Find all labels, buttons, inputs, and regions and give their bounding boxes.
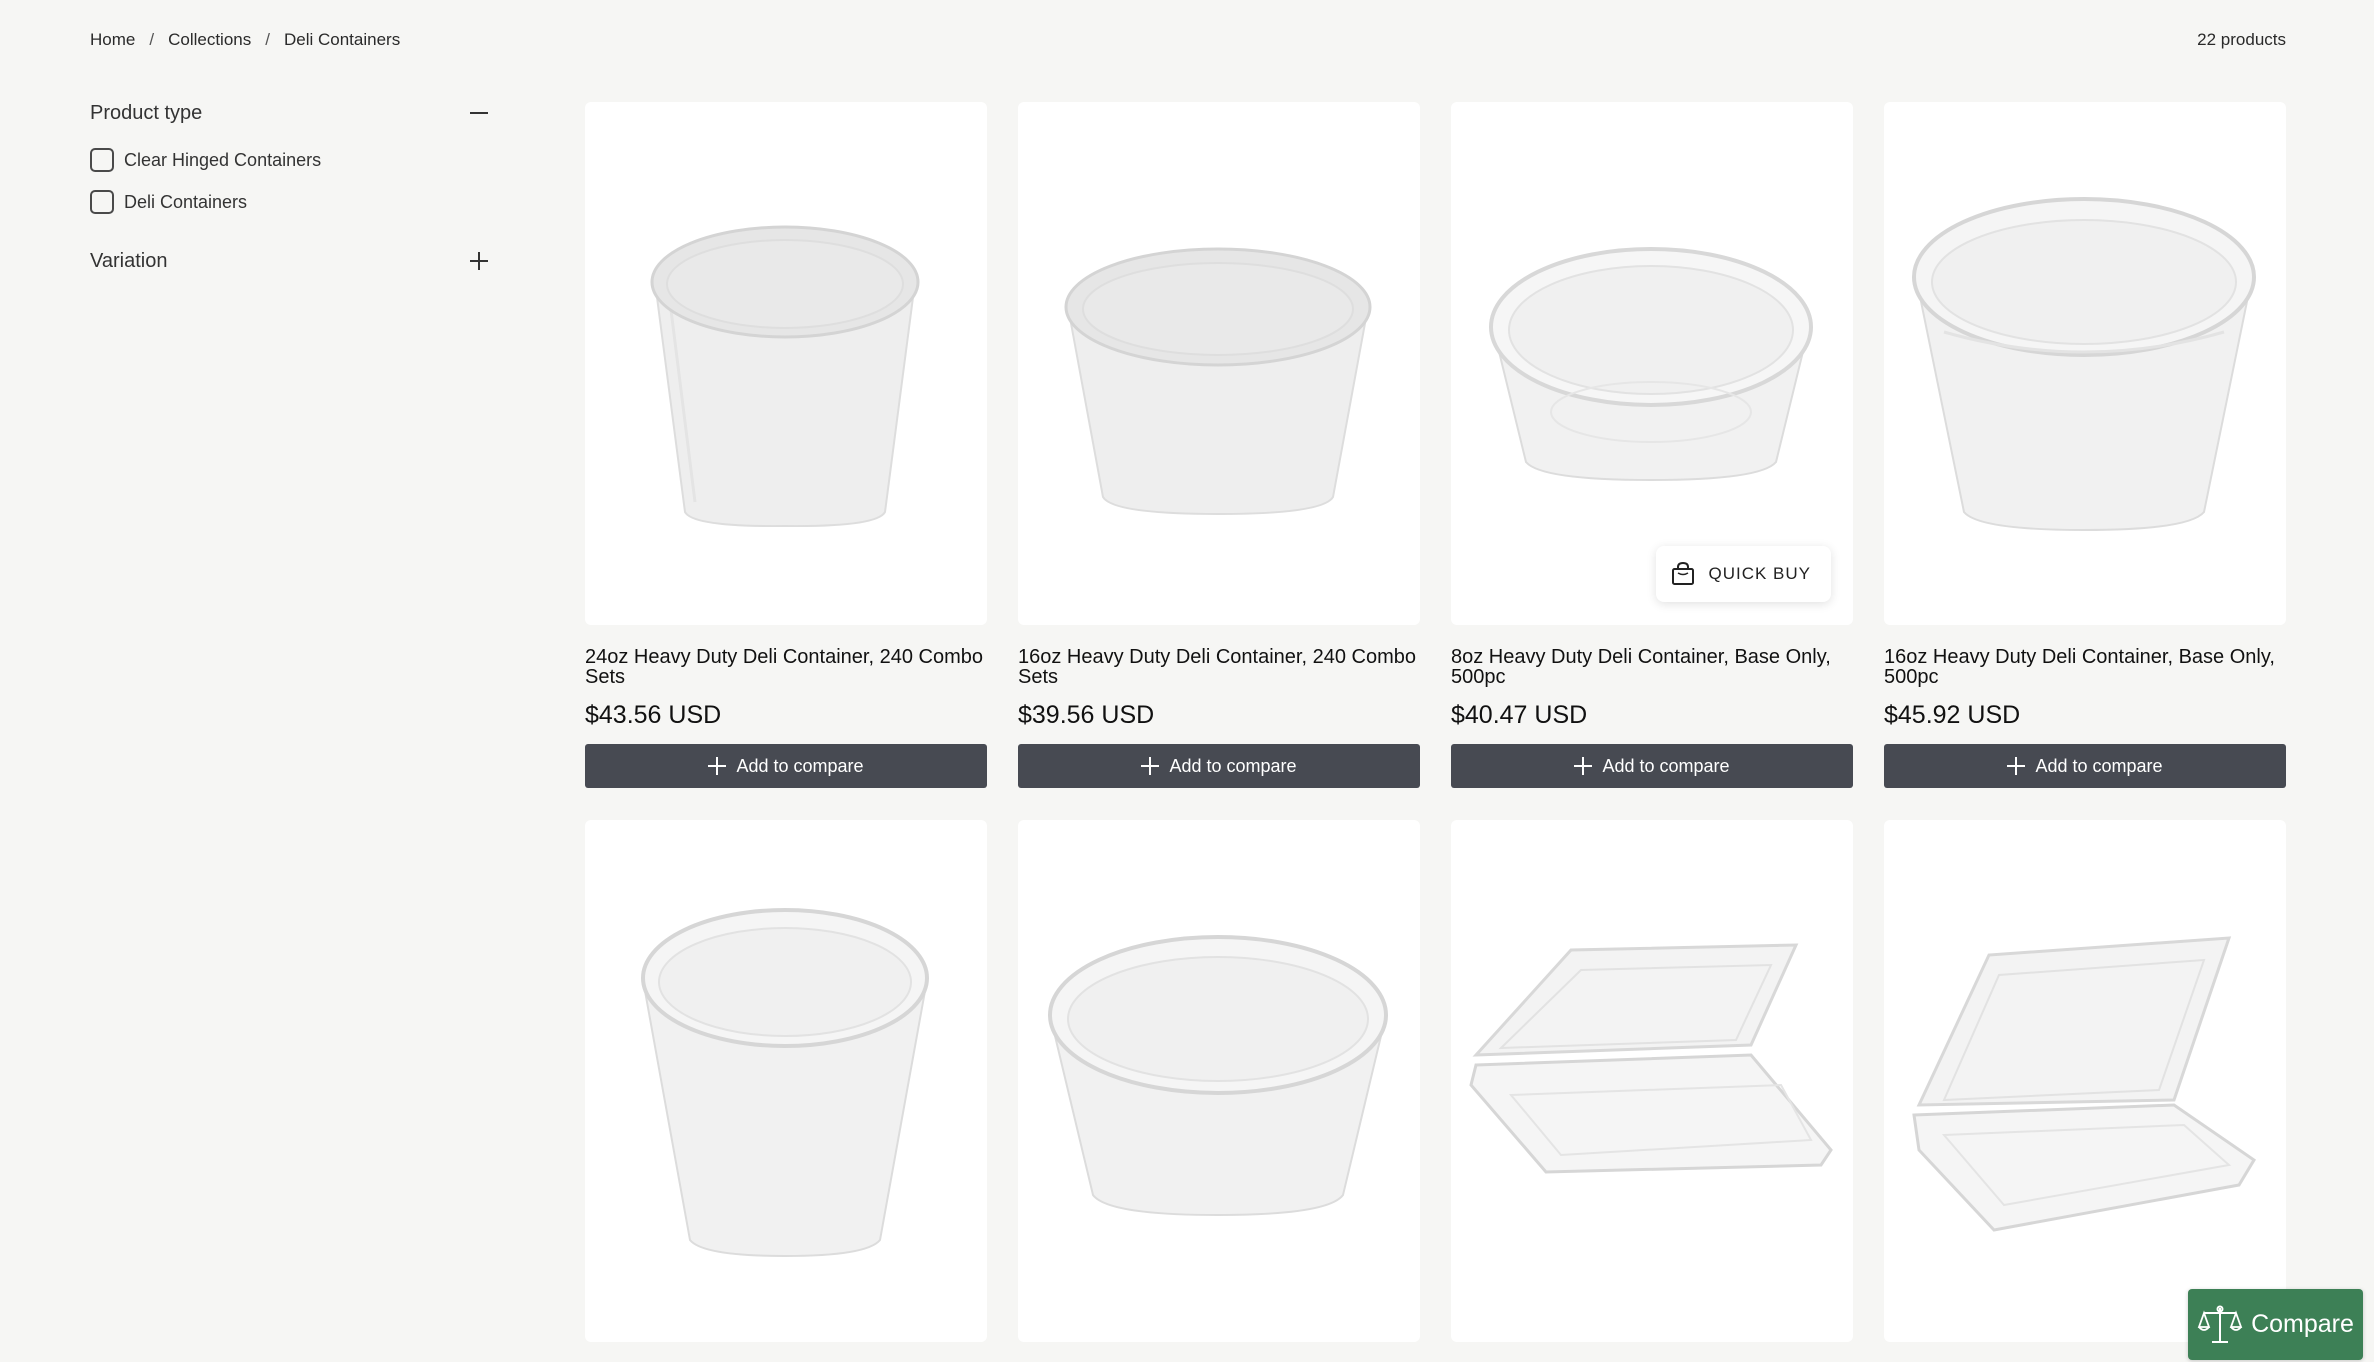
- compare-floating-label: Compare: [2251, 1310, 2354, 1338]
- filter-option-label: Deli Containers: [124, 191, 248, 212]
- add-to-compare-button[interactable]: Add to compare: [1018, 744, 1420, 788]
- product-price: $45.92 USD: [1884, 701, 2021, 729]
- deli-container-image: [1912, 197, 2256, 532]
- product-grid: 24oz Heavy Duty Deli Container, 240 Comb…: [585, 102, 2286, 1342]
- shopping-bag-icon: [1672, 561, 1695, 585]
- product-card: [1451, 820, 1853, 1342]
- product-card: 16oz Heavy Duty Deli Container, Base Onl…: [1884, 102, 2286, 788]
- breadcrumb: Home / Collections / Deli Containers: [90, 30, 400, 50]
- add-to-compare-label: Add to compare: [1602, 755, 1730, 776]
- product-image[interactable]: [1018, 820, 1420, 1342]
- product-image[interactable]: [1884, 820, 2286, 1342]
- product-image[interactable]: [585, 102, 987, 625]
- product-card: 24oz Heavy Duty Deli Container, 240 Comb…: [585, 102, 987, 788]
- filter-option-label: Clear Hinged Containers: [124, 149, 322, 170]
- product-title[interactable]: 16oz Heavy Duty Deli Container, 240 Comb…: [1018, 647, 1420, 687]
- add-to-compare-button[interactable]: Add to compare: [1884, 744, 2286, 788]
- add-to-compare-label: Add to compare: [2035, 755, 2163, 776]
- product-price: $40.47 USD: [1451, 701, 1588, 729]
- product-title[interactable]: 24oz Heavy Duty Deli Container, 240 Comb…: [585, 647, 987, 687]
- product-image[interactable]: QUICK BUY: [1451, 102, 1853, 625]
- deli-container-image: [1064, 247, 1372, 516]
- deli-container-image: [650, 225, 920, 528]
- plus-icon: [1574, 757, 1593, 775]
- deli-container-image: [641, 908, 929, 1258]
- deli-container-image: [1048, 935, 1388, 1217]
- product-title[interactable]: 16oz Heavy Duty Deli Container, Base Onl…: [1884, 647, 2286, 687]
- breadcrumb-current: Deli Containers: [283, 30, 401, 49]
- product-image[interactable]: [1884, 102, 2286, 625]
- add-to-compare-button[interactable]: Add to compare: [585, 744, 987, 788]
- hinged-container-image: [1912, 936, 2257, 1232]
- filter-sidebar: Product type Clear Hinged Containers Del…: [90, 98, 490, 276]
- quick-buy-button[interactable]: QUICK BUY: [1656, 546, 1831, 602]
- product-card: 16oz Heavy Duty Deli Container, 240 Comb…: [1018, 102, 1420, 788]
- checkbox[interactable]: [90, 190, 114, 214]
- filter-product-type-label: Product type: [90, 101, 203, 124]
- product-card: QUICK BUY 8oz Heavy Duty Deli Container,…: [1451, 102, 1853, 788]
- plus-icon: [2007, 757, 2026, 775]
- product-price: $43.56 USD: [585, 701, 722, 729]
- product-card: [1018, 820, 1420, 1342]
- product-price: $39.56 USD: [1018, 701, 1155, 729]
- plus-icon: [708, 757, 727, 775]
- product-image[interactable]: [585, 820, 987, 1342]
- breadcrumb-home[interactable]: Home: [90, 30, 135, 50]
- filter-product-type-options: Clear Hinged Containers Deli Containers: [90, 146, 490, 216]
- collection-page: Home / Collections / Deli Containers 22 …: [0, 0, 2374, 1362]
- product-image[interactable]: [1451, 820, 1853, 1342]
- plus-icon: [1141, 757, 1160, 775]
- checkbox[interactable]: [90, 148, 114, 172]
- product-title[interactable]: 8oz Heavy Duty Deli Container, Base Only…: [1451, 647, 1853, 687]
- quick-buy-label: QUICK BUY: [1708, 564, 1811, 583]
- hinged-container-image: [1469, 943, 1833, 1174]
- filter-variation-header[interactable]: Variation: [90, 246, 490, 276]
- add-to-compare-label: Add to compare: [1169, 755, 1297, 776]
- add-to-compare-label: Add to compare: [736, 755, 864, 776]
- product-card: [585, 820, 987, 1342]
- filter-product-type-header[interactable]: Product type: [90, 98, 490, 128]
- minus-icon: [470, 104, 488, 122]
- breadcrumb-collections[interactable]: Collections: [168, 30, 251, 50]
- add-to-compare-button[interactable]: Add to compare: [1451, 744, 1853, 788]
- plus-icon: [470, 252, 488, 270]
- scale-icon: [2197, 1305, 2243, 1343]
- product-card: [1884, 820, 2286, 1342]
- compare-floating-button[interactable]: Compare: [2188, 1289, 2363, 1360]
- product-count: 22 products: [2197, 30, 2286, 49]
- product-image[interactable]: [1018, 102, 1420, 625]
- breadcrumb-separator: /: [149, 30, 155, 49]
- filter-option-clear-hinged[interactable]: Clear Hinged Containers: [90, 146, 490, 174]
- filter-variation-label: Variation: [90, 249, 168, 272]
- filter-option-deli-containers[interactable]: Deli Containers: [90, 188, 490, 216]
- breadcrumb-separator: /: [265, 30, 270, 49]
